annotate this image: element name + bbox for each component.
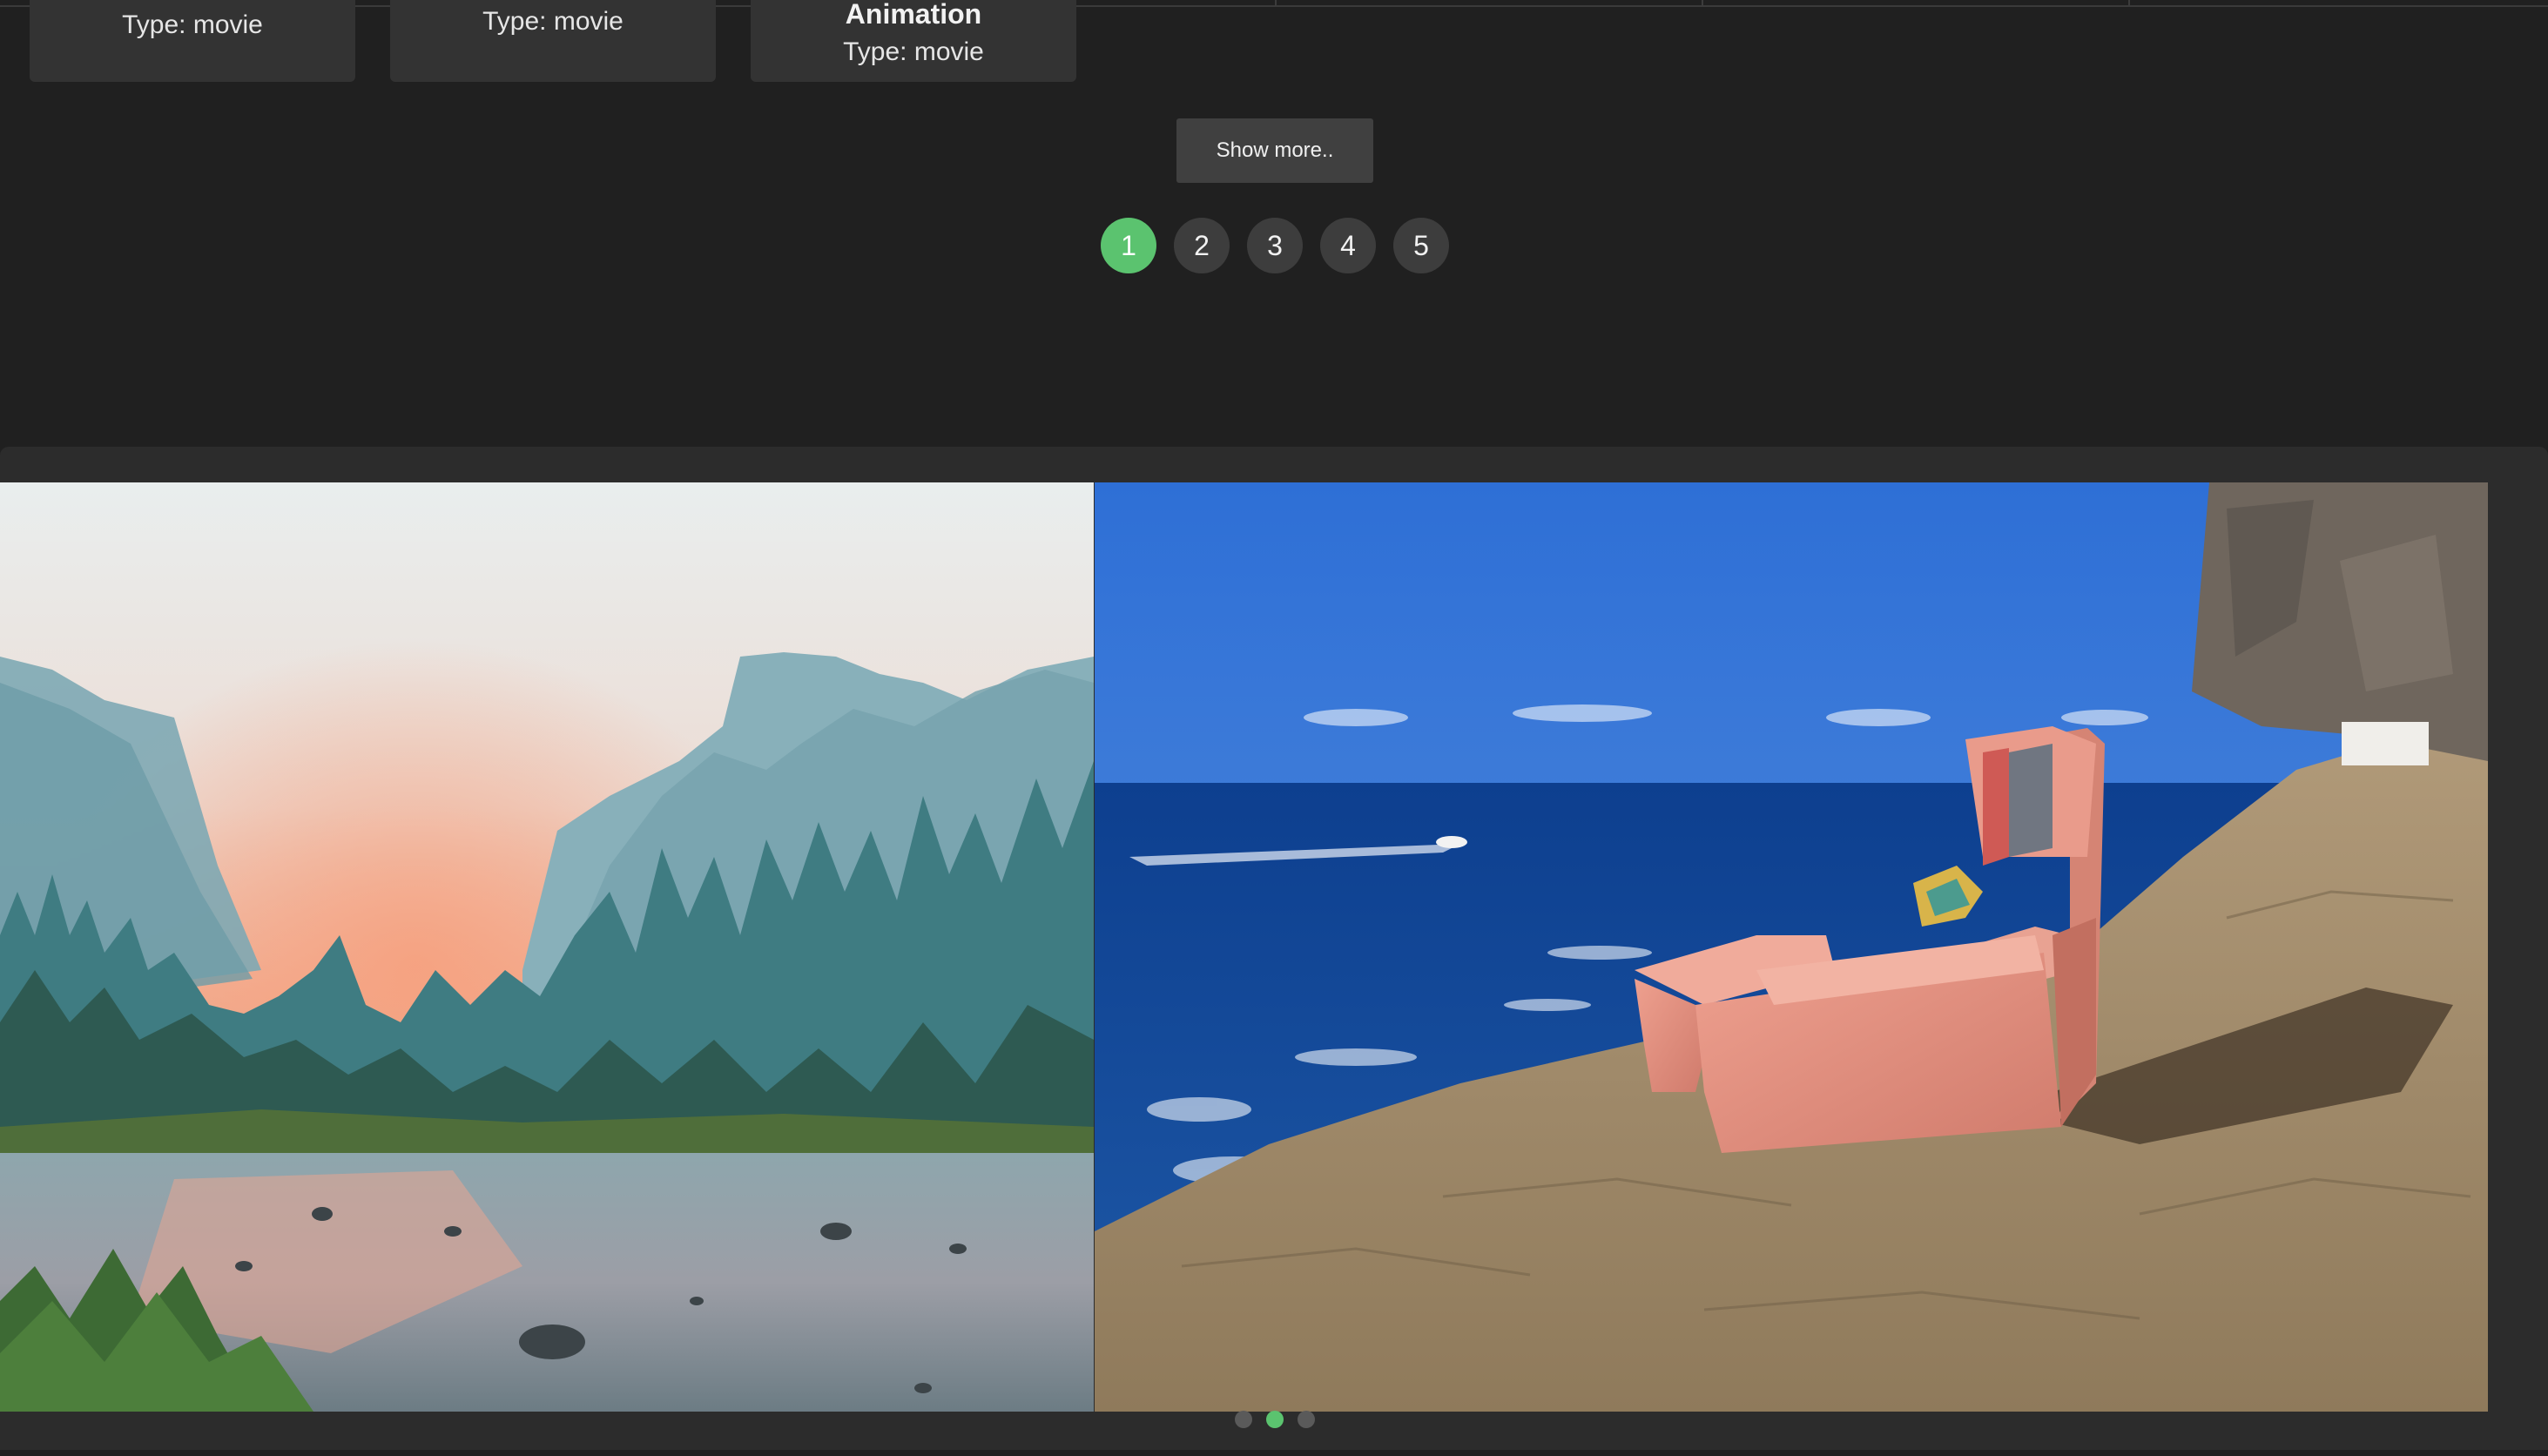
page: Type: movie Type: movie Animation Type: … [0,0,2548,1456]
movie-card-title: Animation [845,0,982,30]
top-strip-border [0,0,2548,7]
page-button-3[interactable]: 3 [1247,218,1303,273]
page-button-5[interactable]: 5 [1393,218,1449,273]
movie-card-type: Type: movie [482,7,624,36]
top-tab-strip [0,0,2548,7]
page-button-1[interactable]: 1 [1101,218,1156,273]
movie-card[interactable]: Animation Type: movie [751,0,1076,82]
top-strip-divider [1702,0,1703,6]
mountain-valley-sunset-image[interactable] [0,482,1094,1412]
movie-card[interactable]: Type: movie [390,0,716,82]
slider-dot-2[interactable] [1266,1411,1284,1428]
slider-dot-3[interactable] [1298,1411,1315,1428]
page-button-4[interactable]: 4 [1320,218,1376,273]
movie-card-type: Type: movie [843,37,984,66]
image-slider [0,447,2548,1450]
show-more-button[interactable]: Show more.. [1176,118,1373,183]
armchair-on-cliff-by-sea-image[interactable] [1095,482,2488,1412]
movie-card[interactable]: Type: movie [30,0,355,82]
page-button-2[interactable]: 2 [1174,218,1230,273]
movie-card-type: Type: movie [122,10,263,39]
slider-dot-1[interactable] [1235,1411,1252,1428]
top-strip-divider [2128,0,2130,6]
top-strip-divider [1275,0,1277,6]
